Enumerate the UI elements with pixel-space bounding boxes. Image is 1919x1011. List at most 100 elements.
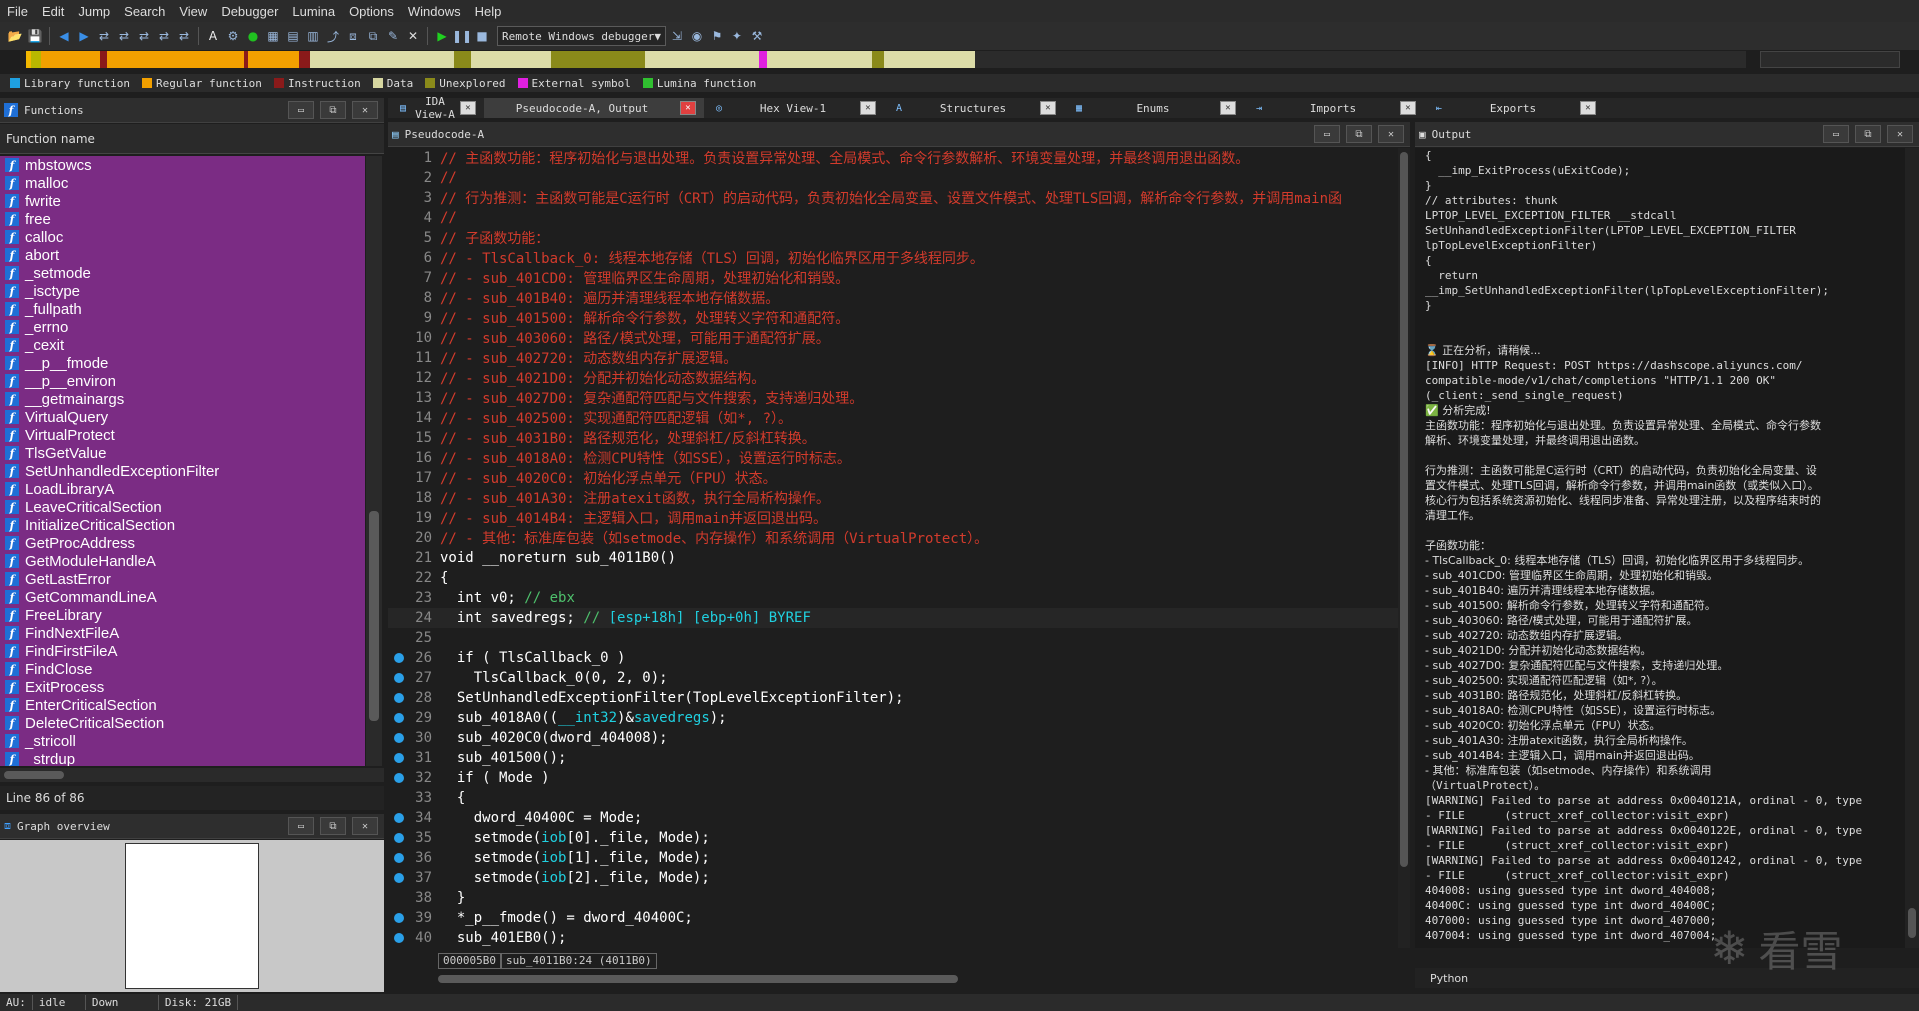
breakpoint-dot-icon[interactable] <box>394 933 404 943</box>
close-button[interactable]: ✕ <box>352 101 378 119</box>
function-item[interactable]: f mbstowcs <box>0 156 365 174</box>
tab-close-icon[interactable]: ✕ <box>1220 101 1236 115</box>
tab-close-icon[interactable]: ✕ <box>1580 101 1596 115</box>
menu-item-file[interactable]: File <box>0 4 35 19</box>
breakpoint-dot-icon[interactable] <box>394 913 404 923</box>
functions-vertical-scrollbar[interactable] <box>366 156 382 766</box>
play-icon[interactable]: ▶ <box>433 27 451 45</box>
function-item[interactable]: f GetProcAddress <box>0 534 365 552</box>
breakpoint-dot-icon[interactable] <box>394 813 404 823</box>
code-line[interactable]: 20 // - 其他：标准库包装（如setmode、内存操作）和系统调用（Virt… <box>388 528 1398 548</box>
tab-close-icon[interactable]: ✕ <box>680 101 696 115</box>
xref-icon[interactable]: ⤴ <box>324 27 342 45</box>
menu-item-options[interactable]: Options <box>342 4 401 19</box>
menu-item-help[interactable]: Help <box>468 4 509 19</box>
minimize-button[interactable]: ▭ <box>288 817 314 835</box>
function-item[interactable]: f VirtualQuery <box>0 408 365 426</box>
pseudocode-editor[interactable]: 1 // 主函数功能：程序初始化与退出处理。负责设置异常处理、全局模式、命令行参数… <box>388 148 1398 948</box>
function-item[interactable]: f FreeLibrary <box>0 606 365 624</box>
close-button[interactable]: ✕ <box>352 817 378 835</box>
navband-extra[interactable] <box>1760 51 1900 68</box>
navband-segment[interactable] <box>106 51 245 68</box>
navband-segment[interactable] <box>41 51 100 68</box>
navigation-band[interactable] <box>26 51 1746 68</box>
function-item[interactable]: f _setmode <box>0 264 365 282</box>
code-line[interactable]: 25 <box>388 628 1398 648</box>
scroll-thumb[interactable] <box>369 511 379 721</box>
function-item[interactable]: f abort <box>0 246 365 264</box>
menu-item-lumina[interactable]: Lumina <box>285 4 342 19</box>
function-item[interactable]: f _cexit <box>0 336 365 354</box>
code-line[interactable]: 31 sub_401500(); <box>388 748 1398 768</box>
code-line[interactable]: 6 // - TlsCallback_0: 线程本地存储（TLS）回调，初始化临界… <box>388 248 1398 268</box>
nav-icon[interactable]: ⇄ <box>175 27 193 45</box>
tab-exports[interactable]: ⇤ Exports ✕ <box>1424 98 1604 118</box>
breakpoint-dot-icon[interactable] <box>394 753 404 763</box>
output-log[interactable]: { __imp_ExitProcess(uExitCode);} // attri… <box>1415 148 1905 948</box>
code-line[interactable]: 13 // - sub_4027D0: 复杂通配符匹配与文件搜索，支持递归处理。 <box>388 388 1398 408</box>
function-item[interactable]: f FindClose <box>0 660 365 678</box>
functions-list[interactable]: f mbstowcs f malloc f fwrite f free f calloc f abor… <box>0 156 365 766</box>
function-item[interactable]: f GetLastError <box>0 570 365 588</box>
pseudocode-vertical-scrollbar[interactable] <box>1398 148 1410 948</box>
function-item[interactable]: f GetCommandLineA <box>0 588 365 606</box>
breakpoint-dot-icon[interactable] <box>394 773 404 783</box>
navband-segment[interactable] <box>550 51 646 68</box>
navband-segment[interactable] <box>884 51 976 68</box>
function-item[interactable]: f EnterCriticalSection <box>0 696 365 714</box>
output-vertical-scrollbar[interactable] <box>1905 148 1919 948</box>
forward-icon[interactable]: ▶ <box>75 27 93 45</box>
graph-icon[interactable]: ⧈ <box>344 27 362 45</box>
function-item[interactable]: f __p__environ <box>0 372 365 390</box>
back-icon[interactable]: ◀ <box>55 27 73 45</box>
nav-icon[interactable]: ⇄ <box>135 27 153 45</box>
float-button[interactable]: ⧉ <box>1855 125 1881 143</box>
code-line[interactable]: 23 int v0; // ebx <box>388 588 1398 608</box>
menu-item-search[interactable]: Search <box>117 4 172 19</box>
code-line[interactable]: 18 // - sub_401A30: 注册atexit函数，执行全局析构操作。 <box>388 488 1398 508</box>
code-line[interactable]: 11 // - sub_402720: 动态数组内存扩展逻辑。 <box>388 348 1398 368</box>
code-line[interactable]: 38 } <box>388 888 1398 908</box>
navband-segment[interactable] <box>247 51 300 68</box>
code-line[interactable]: 28 SetUnhandledExceptionFilter(TopLevelE… <box>388 688 1398 708</box>
navband-segment[interactable] <box>99 51 107 68</box>
function-item[interactable]: f ExitProcess <box>0 678 365 696</box>
open-icon[interactable]: 📂 <box>6 27 24 45</box>
run-icon[interactable]: ● <box>244 27 262 45</box>
navband-segment[interactable] <box>645 51 759 68</box>
scroll-thumb[interactable] <box>438 975 958 983</box>
breakpoint-dot-icon[interactable] <box>394 673 404 683</box>
code-line[interactable]: 17 // - sub_4020C0: 初始化浮点单元（FPU）状态。 <box>388 468 1398 488</box>
navband-segment[interactable] <box>309 51 455 68</box>
function-item[interactable]: f SetUnhandledExceptionFilter <box>0 462 365 480</box>
code-line[interactable]: 39 *_p__fmode() = dword_40400C; <box>388 908 1398 928</box>
code-line[interactable]: 15 // - sub_4031B0: 路径规范化，处理斜杠/反斜杠转换。 <box>388 428 1398 448</box>
breakpoint-dot-icon[interactable] <box>394 853 404 863</box>
menu-item-view[interactable]: View <box>172 4 214 19</box>
float-button[interactable]: ⧉ <box>320 817 346 835</box>
code-line[interactable]: 12 // - sub_4021D0: 分配并初始化动态数据结构。 <box>388 368 1398 388</box>
code-line[interactable]: 7 // - sub_401CD0: 管理临界区生命周期，处理初始化和销毁。 <box>388 268 1398 288</box>
code-line[interactable]: 5 // 子函数功能： <box>388 228 1398 248</box>
function-item[interactable]: f free <box>0 210 365 228</box>
tab-ida-view-a[interactable]: ▤ IDA View-A ✕ <box>388 95 484 121</box>
function-item[interactable]: f TlsGetValue <box>0 444 365 462</box>
navband-segment[interactable] <box>975 51 1746 68</box>
function-item[interactable]: f fwrite <box>0 192 365 210</box>
function-item[interactable]: f InitializeCriticalSection <box>0 516 365 534</box>
nav-icon[interactable]: ⇄ <box>95 27 113 45</box>
code-line[interactable]: 9 // - sub_401500: 解析命令行参数，处理转义字符和通配符。 <box>388 308 1398 328</box>
scroll-thumb[interactable] <box>1400 152 1408 867</box>
save-icon[interactable]: 💾 <box>26 27 44 45</box>
tab-enums[interactable]: ▦ Enums ✕ <box>1064 98 1244 118</box>
function-item[interactable]: f DeleteCriticalSection <box>0 714 365 732</box>
tab-close-icon[interactable]: ✕ <box>1040 101 1056 115</box>
graph2-icon[interactable]: ⧉ <box>364 27 382 45</box>
code-line[interactable]: 14 // - sub_402500: 实现通配符匹配逻辑（如*, ?）。 <box>388 408 1398 428</box>
function-item[interactable]: f _strdup <box>0 750 365 766</box>
graph-overview-viewport[interactable] <box>125 843 259 989</box>
navband-segment[interactable] <box>299 51 310 68</box>
text-icon[interactable]: A <box>204 27 222 45</box>
function-item[interactable]: f calloc <box>0 228 365 246</box>
python-label[interactable]: Python <box>1430 972 1468 985</box>
